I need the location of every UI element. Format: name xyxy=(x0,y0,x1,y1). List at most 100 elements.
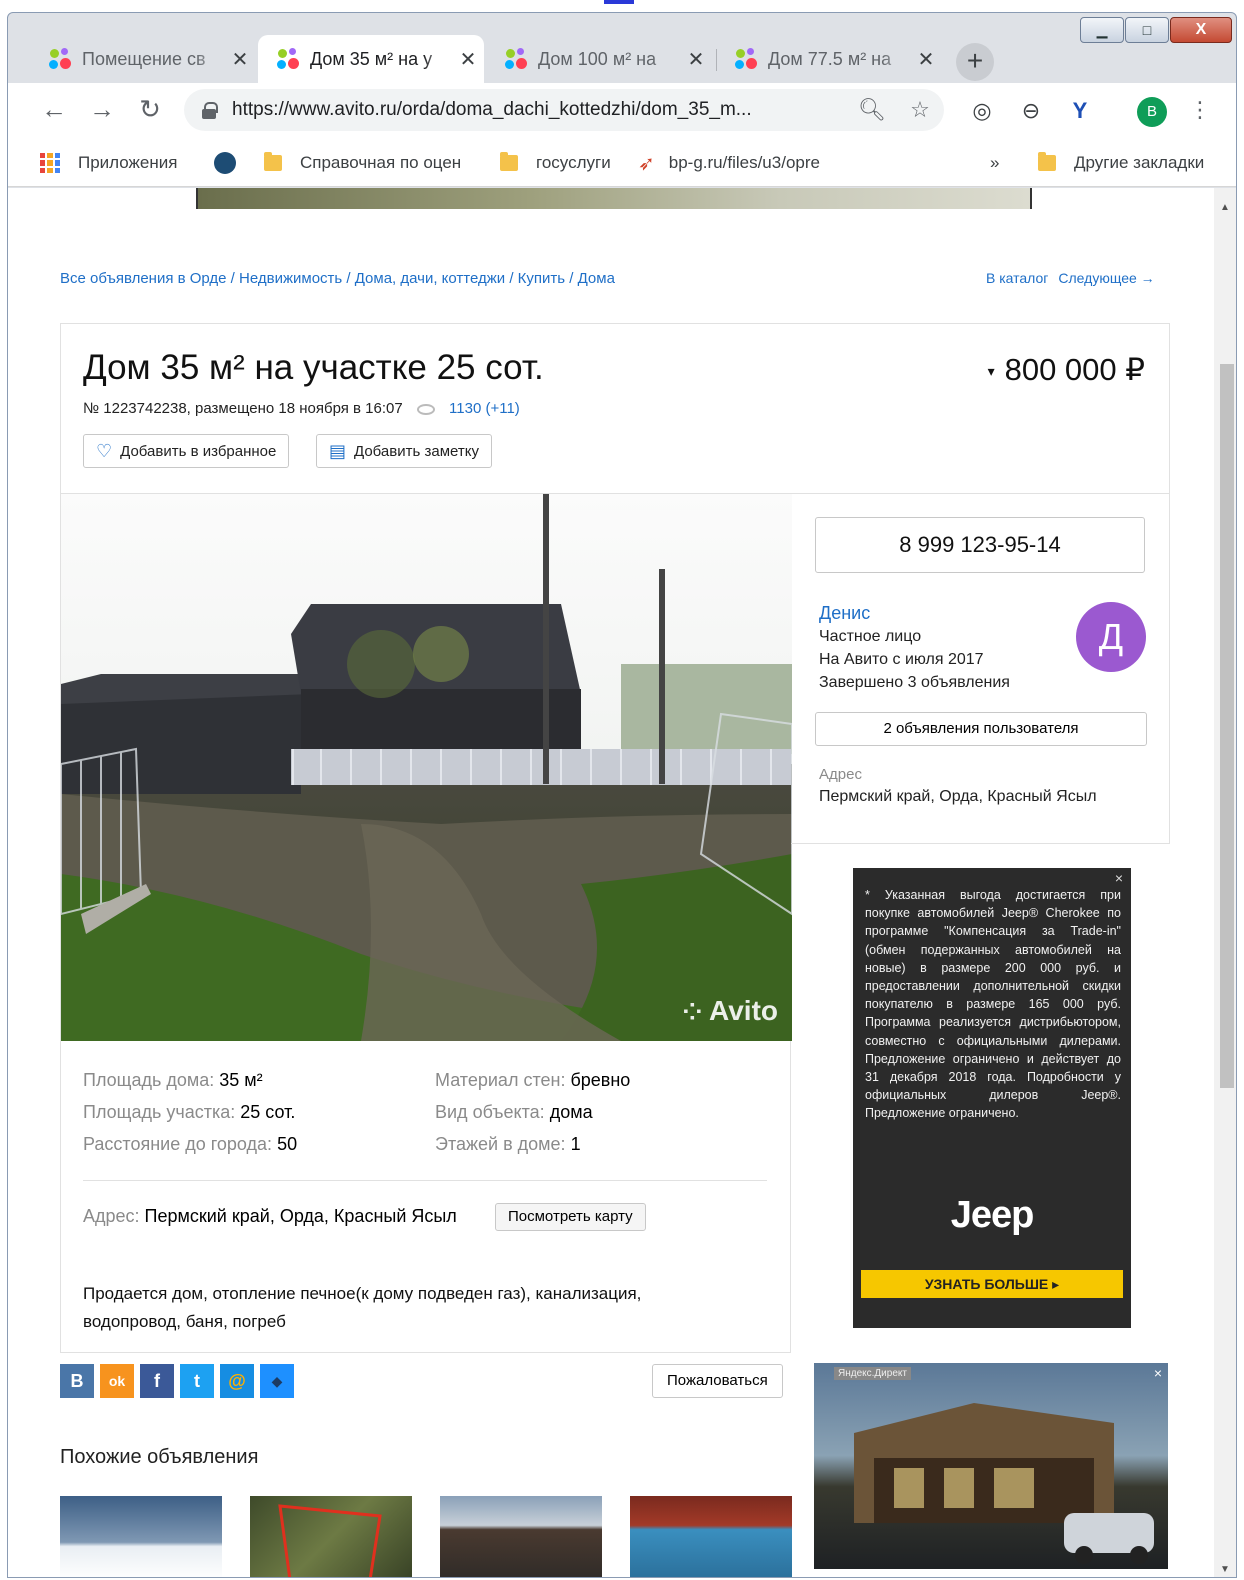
param-distance: Расстояние до города: 50 xyxy=(83,1128,297,1160)
scrollbar[interactable]: ▲ ▼ xyxy=(1214,188,1236,1577)
tab-1[interactable]: Помещение св ✕ xyxy=(30,35,256,83)
listing-photo[interactable]: ⁘ Avito xyxy=(61,494,792,1041)
minimize-button[interactable]: ▁ xyxy=(1080,17,1124,43)
catalog-link[interactable]: В каталог xyxy=(986,270,1048,286)
next-link[interactable]: Следующее → xyxy=(1058,270,1154,286)
bookmark-folder-2[interactable]: госуслуги xyxy=(500,151,611,175)
avito-favicon-icon xyxy=(734,47,758,71)
extension-icon[interactable]: ◎ xyxy=(967,97,997,125)
bookmark-star-icon[interactable]: ☆ xyxy=(896,97,944,123)
bookmark-folder-1[interactable]: Справочная по оцен xyxy=(264,151,461,175)
forward-arrow-icon[interactable]: → xyxy=(84,91,120,127)
listing-main: ⁘ Avito Площадь дома: 35 м² Площадь учас… xyxy=(60,494,792,1353)
livejournal-icon[interactable]: ◆ xyxy=(260,1364,294,1398)
house-ad-banner[interactable]: Яндекс.Директ × xyxy=(814,1363,1168,1569)
tab-3[interactable]: Дом 100 м² на ✕ xyxy=(486,35,712,83)
folder-icon xyxy=(500,152,518,171)
bookmark-label: Другие закладки xyxy=(1074,153,1205,172)
plot-outline-icon xyxy=(278,1504,382,1577)
more-bookmarks-button[interactable]: » xyxy=(990,151,999,175)
seller-type: Частное лицо xyxy=(819,628,922,645)
similar-thumbnail[interactable] xyxy=(630,1496,792,1577)
similar-thumbnail[interactable] xyxy=(60,1496,222,1577)
odnoklassniki-icon[interactable]: ok xyxy=(100,1364,134,1398)
similar-thumbnail[interactable] xyxy=(440,1496,602,1577)
similar-heading: Похожие объявления xyxy=(60,1446,259,1468)
listing-meta: № 1223742238, размещено 18 ноября в 16:0… xyxy=(83,400,520,417)
tab-4[interactable]: Дом 77.5 м² на ✕ xyxy=(716,35,942,83)
back-arrow-icon[interactable]: ← xyxy=(36,91,72,127)
reload-icon[interactable]: ↻ xyxy=(132,91,168,127)
tab-label: Дом 100 м² на xyxy=(538,48,657,69)
phone-button[interactable]: 8 999 123-95-14 xyxy=(815,517,1145,573)
param-floors: Этажей в доме: 1 xyxy=(435,1128,630,1160)
address-bar[interactable]: https://www.avito.ru/orda/doma_dachi_kot… xyxy=(184,89,944,131)
close-window-button[interactable]: X xyxy=(1170,17,1232,43)
extension-icon[interactable]: ⊖ xyxy=(1016,97,1046,125)
divider xyxy=(83,1180,767,1181)
close-icon[interactable]: ✕ xyxy=(680,47,712,72)
bookmark-icon-only[interactable] xyxy=(214,151,236,175)
close-icon[interactable]: ✕ xyxy=(910,47,942,72)
param-key: Площадь участка: xyxy=(83,1102,241,1122)
scrollbar-thumb[interactable] xyxy=(1220,364,1234,1088)
folder-icon xyxy=(264,152,282,171)
avito-favicon-icon xyxy=(504,47,528,71)
bookmark-label: bp-g.ru/files/u3/opre xyxy=(668,153,820,172)
zoom-icon[interactable]: 🔍︎ xyxy=(848,97,896,123)
avatar[interactable]: Д xyxy=(1076,602,1146,672)
scroll-up-icon[interactable]: ▲ xyxy=(1220,202,1230,213)
extension-icon[interactable]: Y xyxy=(1065,97,1095,125)
share-buttons: В ok f t @ ◆ xyxy=(60,1364,294,1398)
scroll-down-icon[interactable]: ▼ xyxy=(1220,1564,1230,1575)
twitter-icon[interactable]: t xyxy=(180,1364,214,1398)
watermark-text: Avito xyxy=(709,995,778,1026)
url-text[interactable]: https://www.avito.ru/orda/doma_dachi_kot… xyxy=(232,99,848,121)
seller-panel: 8 999 123-95-14 Денис Частное лицо На Ав… xyxy=(791,494,1170,844)
view-map-button[interactable]: Посмотреть карту xyxy=(495,1203,646,1231)
other-bookmarks[interactable]: Другие закладки xyxy=(1038,151,1204,175)
menu-kebab-icon[interactable]: ⋮ xyxy=(1188,95,1212,125)
close-icon[interactable]: × xyxy=(1115,870,1123,886)
house-ad-illustration xyxy=(854,1403,1154,1564)
price-value: 800 000 ₽ xyxy=(1004,352,1145,387)
profile-avatar[interactable]: B xyxy=(1137,97,1167,127)
chevron-down-icon[interactable]: ▾ xyxy=(988,363,995,379)
view-count: 1130 (+11) xyxy=(449,400,520,417)
close-icon[interactable]: ✕ xyxy=(452,47,484,72)
seller-name-link[interactable]: Денис xyxy=(819,602,1010,625)
seller-address: Пермский край, Орда, Красный Ясыл xyxy=(819,788,1097,805)
learn-more-button[interactable]: УЗНАТЬ БОЛЬШЕ ▸ xyxy=(861,1270,1123,1298)
user-ads-button[interactable]: 2 объявления пользователя xyxy=(815,712,1147,746)
maximize-button[interactable]: □ xyxy=(1125,17,1169,43)
add-note-button[interactable]: ▤ Добавить заметку xyxy=(316,434,492,468)
facebook-icon[interactable]: f xyxy=(140,1364,174,1398)
similar-thumbnail[interactable] xyxy=(250,1496,412,1577)
bookmark-apps[interactable]: Приложения xyxy=(40,151,177,175)
param-value: 25 сот. xyxy=(240,1102,296,1122)
house-photo-illustration xyxy=(61,494,792,1041)
report-button[interactable]: Пожаловаться xyxy=(652,1364,783,1398)
bookmark-link-3[interactable]: ➶ bp-g.ru/files/u3/opre xyxy=(638,151,820,175)
param-key: Вид объекта: xyxy=(435,1102,550,1122)
tab-2[interactable]: Дом 35 м² на у ✕ xyxy=(258,35,484,83)
new-tab-button[interactable]: + xyxy=(956,43,994,81)
param-value: бревно xyxy=(570,1070,631,1090)
top-links: В каталог Следующее → xyxy=(986,270,1165,286)
listing-description: Продается дом, отопление печное(к дому п… xyxy=(83,1284,642,1331)
heart-icon: ♡ xyxy=(96,440,113,461)
mail-icon[interactable]: @ xyxy=(220,1364,254,1398)
top-banner-image xyxy=(196,188,1032,209)
jeep-ad-banner[interactable]: × * Указанная выгода достигается при пок… xyxy=(853,868,1131,1328)
breadcrumb[interactable]: Все объявления в Орде / Недвижимость / Д… xyxy=(60,270,615,287)
taskbar-fragment xyxy=(604,0,634,4)
close-icon[interactable]: ✕ xyxy=(224,47,256,72)
site-favicon-icon xyxy=(214,152,236,174)
params-right: Материал стен: бревно Вид объекта: дома … xyxy=(435,1064,630,1160)
jeep-logo: Jeep xyxy=(950,1194,1035,1236)
param-house-area: Площадь дома: 35 м² xyxy=(83,1064,297,1096)
add-favorite-button[interactable]: ♡ Добавить в избранное xyxy=(83,434,290,468)
vk-icon[interactable]: В xyxy=(60,1364,94,1398)
listing-address: Адрес: Пермский край, Орда, Красный Ясыл xyxy=(83,1206,457,1227)
bookmark-label: Приложения xyxy=(78,153,178,172)
